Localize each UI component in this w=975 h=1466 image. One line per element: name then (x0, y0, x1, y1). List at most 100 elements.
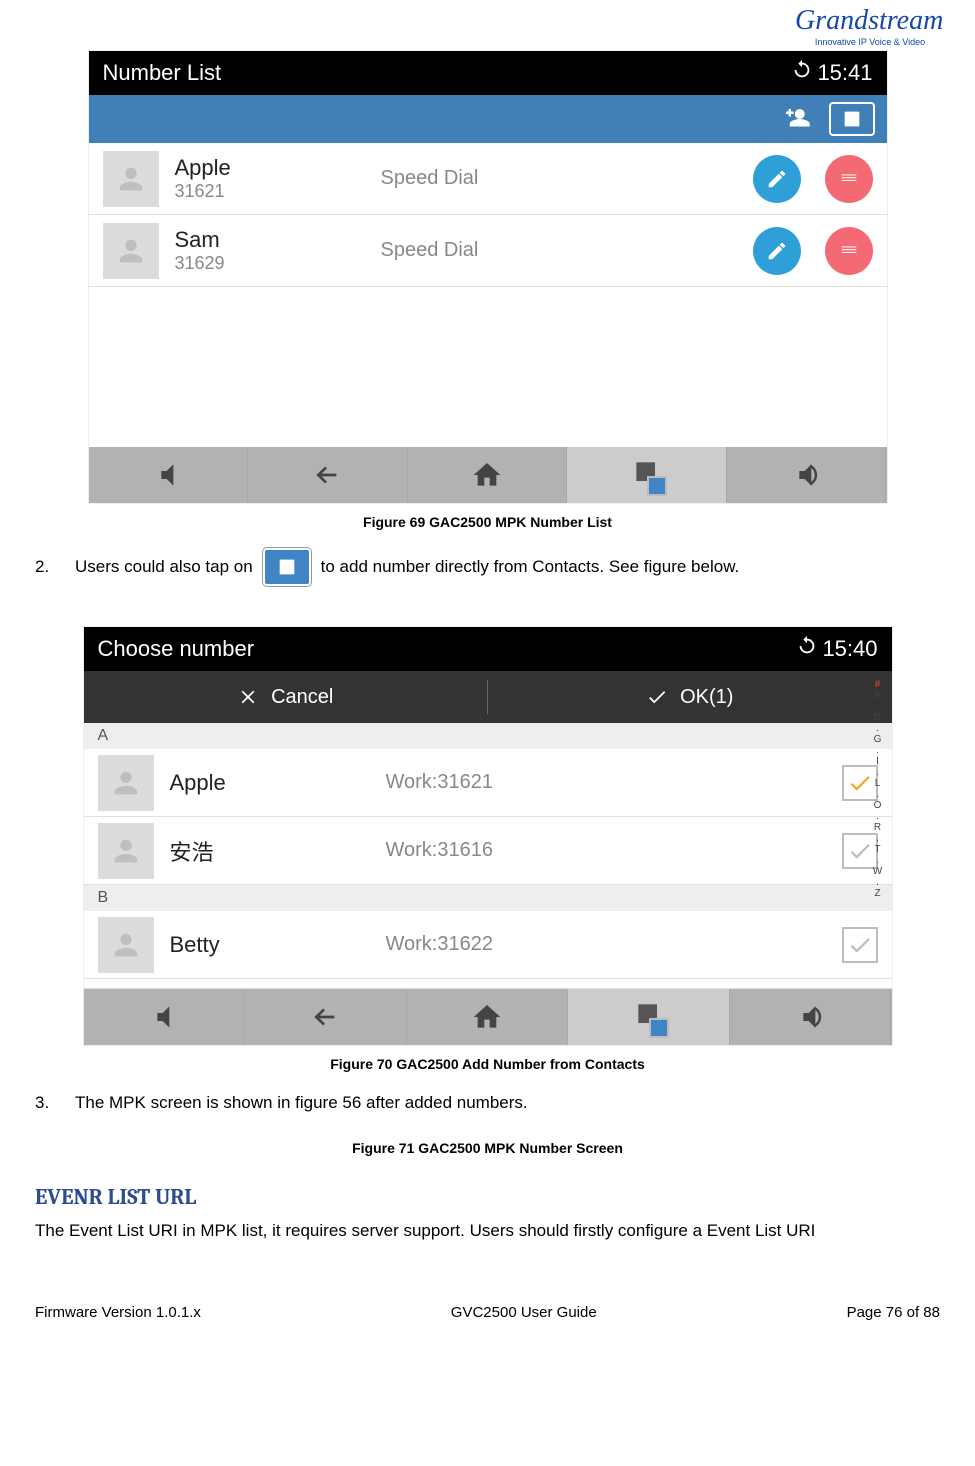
screen-title: Number List (103, 60, 222, 86)
edit-button[interactable] (753, 227, 801, 275)
clock: 15:40 (822, 636, 877, 662)
alphabet-index[interactable]: #A.D.G.I.L.O.R.T.W.Z (868, 679, 888, 985)
refresh-icon (796, 635, 818, 663)
list-item[interactable]: Apple 31621 Speed Dial (89, 143, 887, 215)
brand-logo: Grandstream Innovative IP Voice & Video (795, 5, 945, 55)
contact-row[interactable]: Betty Work:31622 (84, 911, 892, 979)
footer-left: Firmware Version 1.0.1.x (35, 1304, 201, 1321)
home-button[interactable] (408, 447, 568, 503)
footer-mid: GVC2500 User Guide (451, 1304, 597, 1321)
index-letter[interactable]: L (875, 778, 881, 789)
volume-down-button[interactable] (89, 447, 249, 503)
step-3: 3. The MPK screen is shown in figure 56 … (35, 1090, 940, 1116)
recent-apps-button[interactable] (567, 447, 727, 503)
contacts-card-icon[interactable] (829, 102, 875, 136)
dial-mode: Speed Dial (381, 167, 729, 190)
section-body: The Event List URI in MPK list, it requi… (35, 1218, 940, 1244)
back-button[interactable] (245, 989, 407, 1045)
section-heading: EVENR LIST URL (35, 1184, 940, 1210)
index-letter[interactable]: # (875, 679, 881, 690)
entry-text: Sam 31629 (175, 227, 365, 274)
status-bar: Choose number 15:40 (84, 627, 892, 671)
index-letter[interactable]: . (876, 855, 879, 866)
cancel-button[interactable]: Cancel (84, 686, 488, 709)
avatar (98, 823, 154, 879)
index-letter[interactable]: W (873, 866, 882, 877)
clock: 15:41 (817, 60, 872, 86)
contact-name: 安浩 (170, 835, 370, 867)
delete-button[interactable] (825, 227, 873, 275)
cancel-label: Cancel (271, 686, 333, 709)
avatar (98, 917, 154, 973)
volume-up-button[interactable] (730, 989, 892, 1045)
index-letter[interactable]: Z (874, 888, 880, 899)
step-3-text: The MPK screen is shown in figure 56 aft… (75, 1090, 528, 1116)
step-2: 2. Users could also tap on to add number… (35, 548, 940, 586)
add-contact-icon[interactable] (771, 101, 821, 137)
delete-button[interactable] (825, 155, 873, 203)
step-2-post: to add number directly from Contacts. Se… (321, 554, 740, 580)
index-letter[interactable]: . (876, 877, 879, 888)
page-footer: Firmware Version 1.0.1.x GVC2500 User Gu… (35, 1304, 940, 1321)
figure-70-caption: Figure 70 GAC2500 Add Number from Contac… (35, 1056, 940, 1072)
avatar (103, 151, 159, 207)
figure-69-caption: Figure 69 GAC2500 MPK Number List (35, 514, 940, 530)
list-item[interactable]: Sam 31629 Speed Dial (89, 215, 887, 287)
system-nav-bar (84, 989, 892, 1045)
top-toolbar (89, 95, 887, 143)
index-letter[interactable]: O (874, 800, 882, 811)
index-letter[interactable]: . (876, 811, 879, 822)
index-letter[interactable]: T (874, 844, 880, 855)
recent-apps-button[interactable] (568, 989, 730, 1045)
index-letter[interactable]: . (876, 701, 879, 712)
index-letter[interactable]: . (876, 833, 879, 844)
partial-row (84, 979, 892, 989)
brand-tagline: Innovative IP Voice & Video (795, 37, 945, 47)
contact-row[interactable]: Apple Work:31621 (84, 749, 892, 817)
entry-text: Apple 31621 (175, 155, 365, 202)
index-letter[interactable]: D (874, 712, 881, 723)
contact-work: Work:31622 (386, 933, 826, 956)
index-letter[interactable]: . (876, 745, 879, 756)
avatar (103, 223, 159, 279)
volume-up-button[interactable] (727, 447, 887, 503)
ok-button[interactable]: OK(1) (488, 686, 892, 709)
index-letter[interactable]: . (876, 723, 879, 734)
edit-button[interactable] (753, 155, 801, 203)
index-letter[interactable]: R (874, 822, 881, 833)
contact-work: Work:31616 (386, 839, 826, 862)
footer-right: Page 76 of 88 (847, 1304, 940, 1321)
step-2-pre: Users could also tap on (75, 554, 253, 580)
avatar (98, 755, 154, 811)
figure-71-caption: Figure 71 GAC2500 MPK Number Screen (35, 1140, 940, 1156)
index-letter[interactable]: . (876, 767, 879, 778)
section-header: B (84, 885, 892, 911)
section-header: A (84, 723, 892, 749)
contact-number: 31621 (175, 181, 365, 202)
contact-name: Betty (170, 932, 370, 958)
list-number: 3. (35, 1090, 69, 1116)
contact-number: 31629 (175, 253, 365, 274)
figure-69-screenshot: Number List 15:41 Apple 31621 Speed Dial (88, 50, 888, 504)
refresh-icon (791, 59, 813, 87)
contact-name: Apple (175, 155, 365, 181)
contact-row[interactable]: 安浩 Work:31616 (84, 817, 892, 885)
system-nav-bar (89, 447, 887, 503)
index-letter[interactable]: G (874, 734, 882, 745)
contact-name: Sam (175, 227, 365, 253)
index-letter[interactable]: I (876, 756, 879, 767)
index-letter[interactable]: . (876, 789, 879, 800)
contact-work: Work:31621 (386, 771, 826, 794)
back-button[interactable] (248, 447, 408, 503)
contacts-card-icon (263, 548, 311, 586)
dial-mode: Speed Dial (381, 239, 729, 262)
contact-name: Apple (170, 770, 370, 796)
volume-down-button[interactable] (84, 989, 246, 1045)
ok-label: OK(1) (680, 686, 733, 709)
index-letter[interactable]: A (874, 690, 881, 701)
home-button[interactable] (407, 989, 569, 1045)
empty-space (89, 287, 887, 447)
action-bar: Cancel OK(1) (84, 671, 892, 723)
brand-name: Grandstream (795, 5, 945, 37)
status-bar: Number List 15:41 (89, 51, 887, 95)
